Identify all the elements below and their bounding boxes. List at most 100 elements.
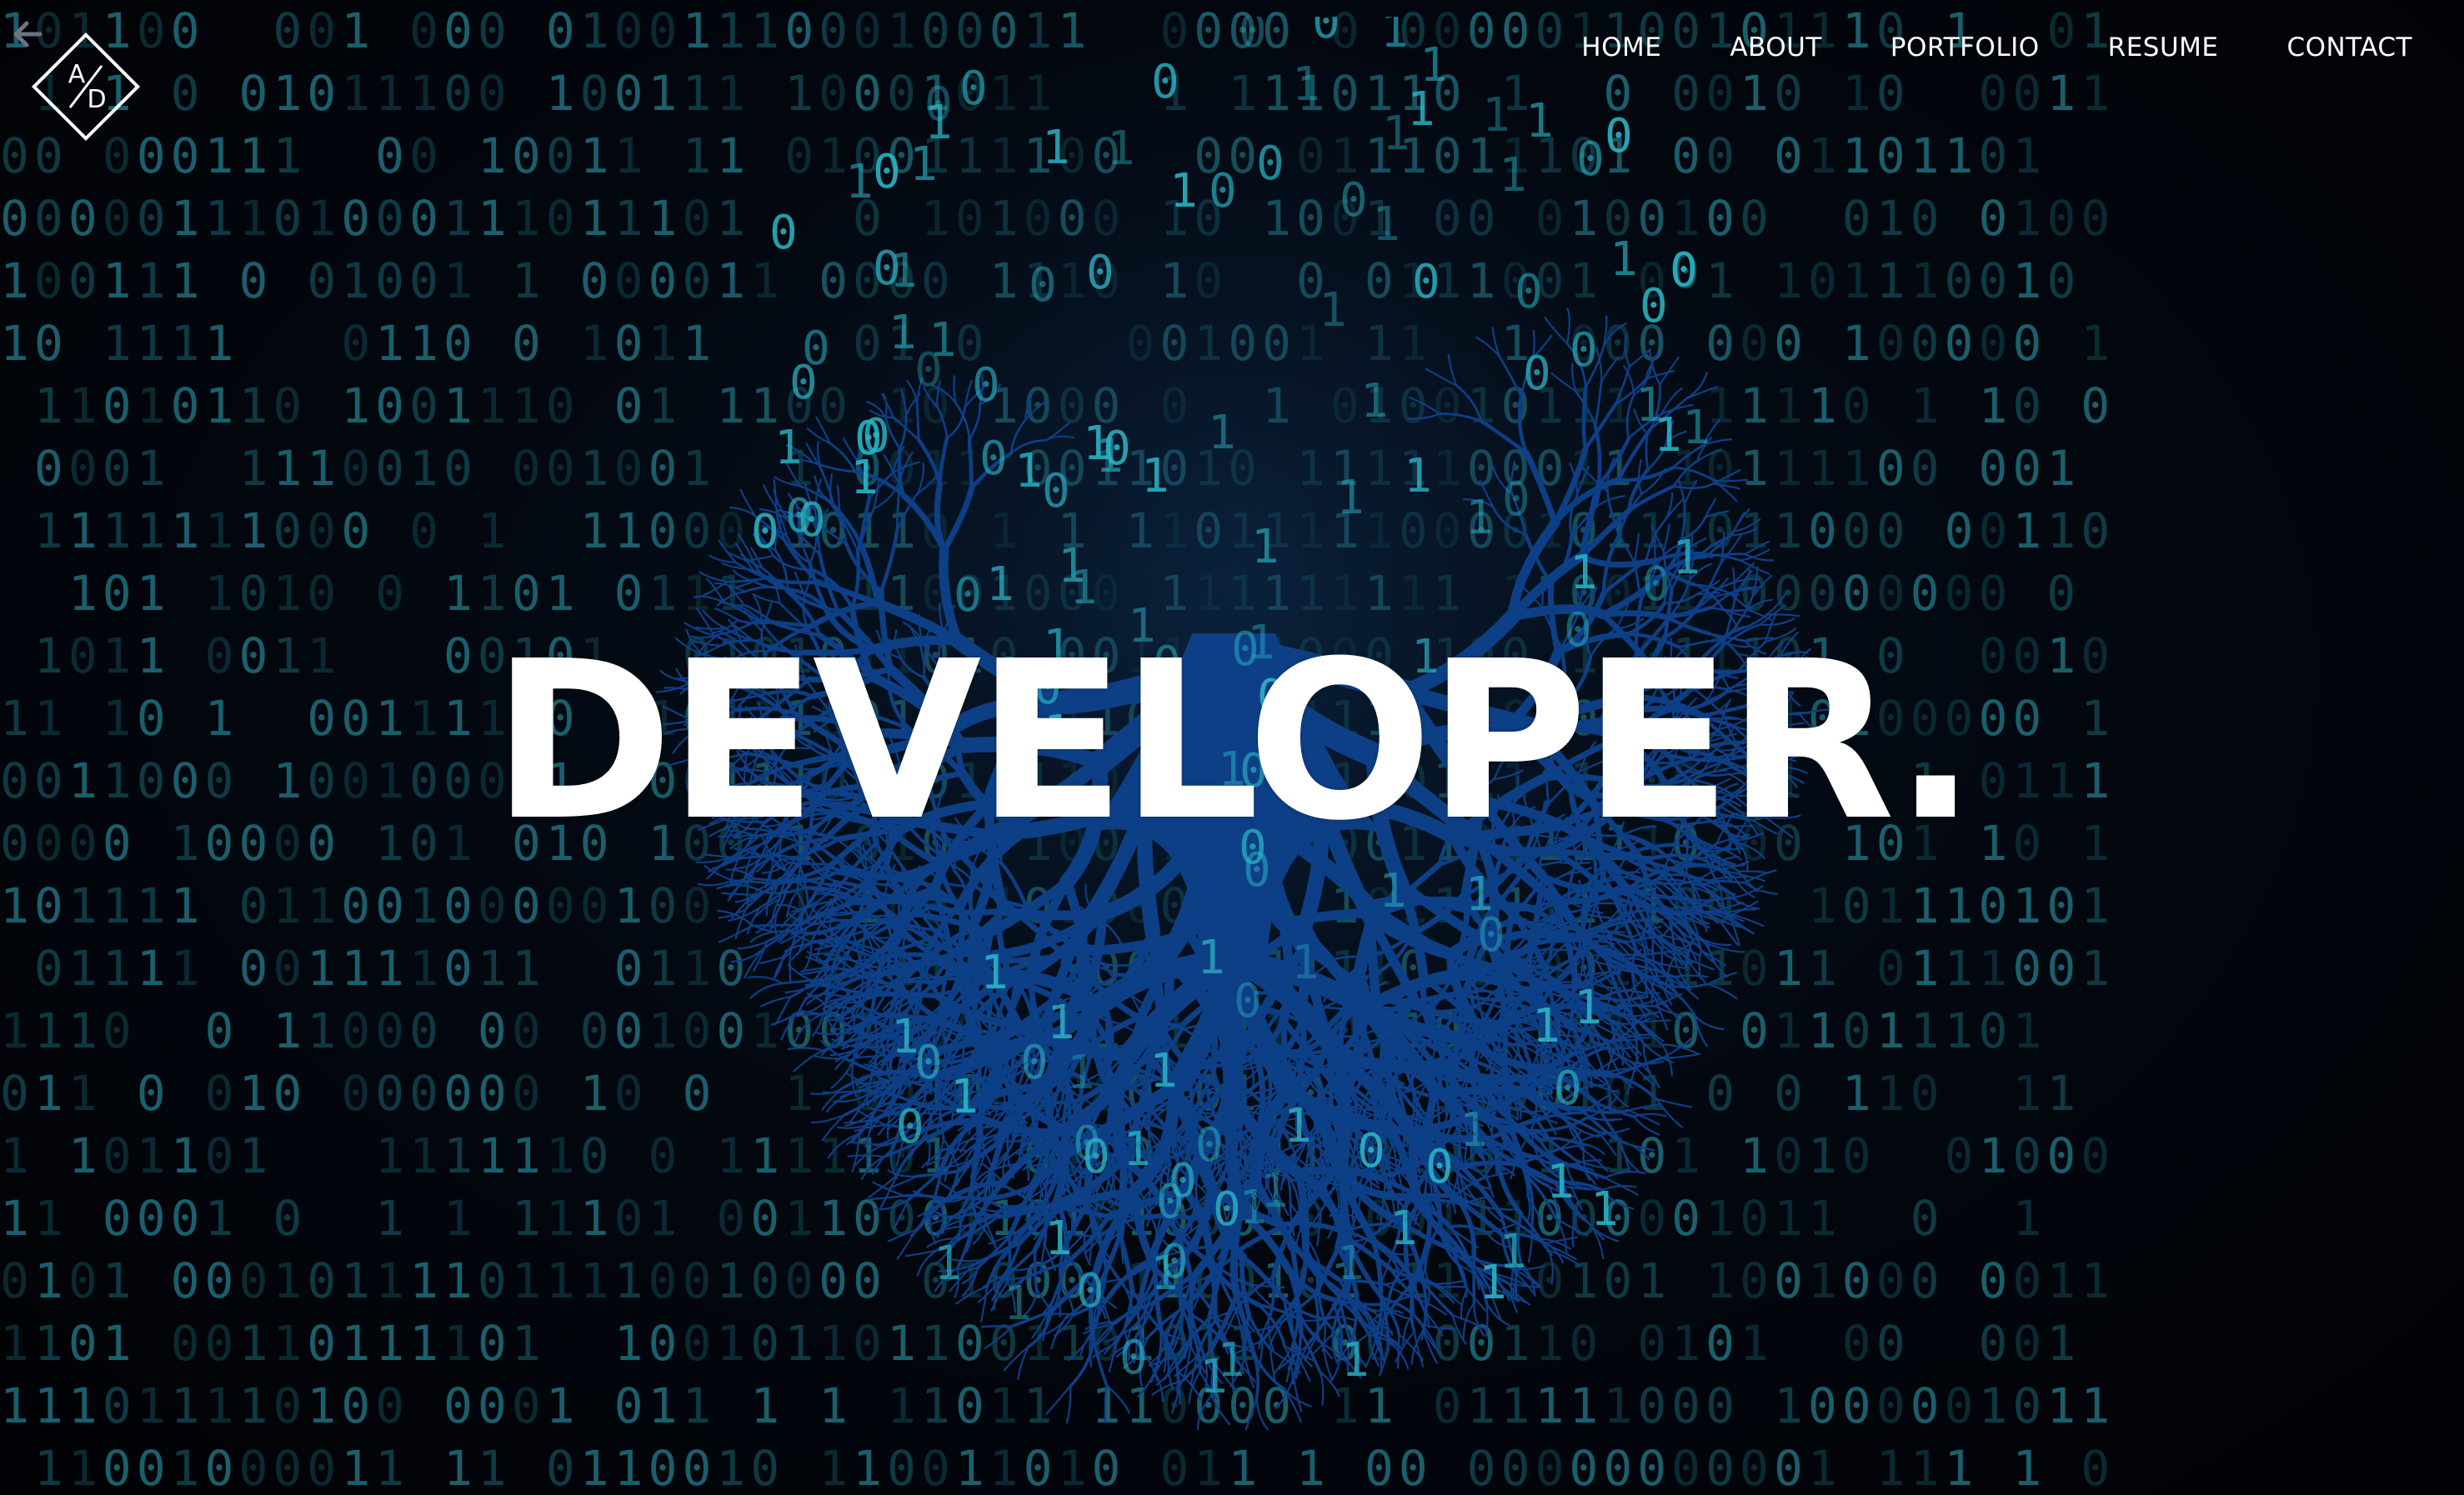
tree-binary-digit: 0 (1042, 464, 1070, 518)
tree-binary-digit: 0 (1640, 279, 1668, 333)
tree-root (865, 992, 941, 999)
tree-binary-digit: 0 (979, 432, 1008, 486)
tree-binary-digit: 0 (1357, 1124, 1385, 1178)
tree-binary-digit: 1 (929, 313, 957, 368)
tree-binary-digit: 1 (1404, 449, 1432, 503)
tree-binary-digit: 1 (1336, 471, 1365, 525)
tree-binary-digit: 1 (1372, 198, 1400, 252)
tree-root (1104, 1384, 1108, 1423)
tree-binary-digit: 1 (1465, 491, 1494, 545)
tree-binary-digit: 1 (845, 155, 874, 209)
tree-branch (1713, 478, 1749, 482)
tree-binary-digit: 0 (1234, 974, 1262, 1028)
tree-root (983, 1187, 988, 1225)
tree-binary-digit: 1 (950, 1070, 979, 1124)
tree-root (1319, 1370, 1325, 1406)
tree-binary-digit: 1 (1044, 1212, 1073, 1266)
tree-root (1283, 1388, 1302, 1423)
tree-binary-digit: 1 (1407, 82, 1435, 137)
tree-binary-digit: 1 (1360, 374, 1389, 428)
tree-root (1065, 1385, 1072, 1424)
tree-binary-digit: 0 (1156, 1175, 1184, 1229)
tree-binary-digit: 1 (1479, 1256, 1507, 1310)
main-navigation: HOME ABOUT PORTFOLIO RESUME CONTACT (1581, 28, 2412, 67)
tree-binary-digit: 1 (1150, 1247, 1179, 1301)
tree-binary-digit: 1 (1610, 232, 1638, 287)
tree-binary-digit: 0 (1119, 1331, 1148, 1385)
tree-binary-digit: 1 (1460, 1103, 1488, 1158)
tree-binary-digit: 0 (1239, 17, 1267, 58)
nav-portfolio-link[interactable]: PORTFOLIO (1891, 28, 2040, 67)
tree-binary-digit: 1 (1532, 999, 1560, 1053)
tree-root (1045, 1385, 1072, 1415)
tree-root (1033, 1248, 1039, 1292)
tree-root (1003, 1346, 1029, 1372)
tree-binary-digit: 1 (1239, 1181, 1267, 1235)
tree-binary-digit: 1 (1379, 864, 1407, 918)
tree-binary-digit: 1 (934, 1237, 962, 1291)
tree-root (1177, 1371, 1181, 1405)
nav-about-link[interactable]: ABOUT (1730, 28, 1821, 67)
tree-binary-digit: 0 (1515, 265, 1543, 319)
tree-binary-digit: 0 (1213, 1182, 1241, 1237)
tree-binary-digit: 0 (1642, 558, 1670, 612)
tree-binary-digit: 1 (1014, 444, 1043, 498)
tree-root (1269, 1348, 1276, 1382)
tree-binary-digit: 1 (1672, 531, 1700, 585)
tree-binary-digit: 0 (1412, 255, 1440, 309)
tree-branch (1581, 385, 1588, 451)
tree-root (1431, 1085, 1525, 1096)
tree-binary-digit: 1 (1590, 1182, 1619, 1237)
tree-binary-digit: 1 (1499, 148, 1527, 202)
diamond-logo-icon: A D (31, 32, 141, 142)
tree-binary-digit: 0 (1477, 908, 1505, 962)
nav-resume-link[interactable]: RESUME (2108, 28, 2219, 67)
tree-binary-digit: 1 (1067, 1046, 1095, 1100)
tree-binary-digit: 0 (1312, 17, 1340, 49)
tree-binary-digit: 1 (1292, 58, 1320, 112)
nav-home-link[interactable]: HOME (1581, 28, 1661, 67)
tree-root (1275, 1376, 1295, 1409)
tree-binary-digit: 1 (1525, 94, 1554, 148)
tree-binary-digit: 0 (1073, 1117, 1101, 1171)
tree-branch (1296, 1068, 1336, 1071)
tree-branch (967, 438, 974, 490)
tree-binary-digit: 1 (1284, 1099, 1312, 1153)
tree-binary-digit: 1 (1197, 931, 1225, 985)
tree-binary-digit: 1 (924, 96, 953, 150)
tree-binary-digit: 1 (1341, 1333, 1370, 1388)
tree-binary-digit: 1 (1574, 981, 1602, 1035)
tree-binary-digit: 1 (1382, 107, 1410, 161)
site-logo[interactable]: A D (27, 28, 145, 146)
tree-binary-digit: 1 (1208, 406, 1236, 460)
tree-binary-digit: 0 (1502, 472, 1530, 527)
tree-binary-digit: 1 (1217, 1333, 1245, 1388)
tree-binary-digit: 1 (1107, 122, 1135, 176)
tree-root (1550, 909, 1554, 942)
tree-binary-digit: 1 (980, 946, 1009, 1000)
tree-binary-digit: 0 (1670, 243, 1698, 298)
tree-binary-digit: 0 (1151, 55, 1179, 109)
tree-branch (750, 923, 802, 928)
tree-binary-digit: 1 (1004, 1277, 1032, 1331)
tree-binary-digit: 0 (1425, 1140, 1454, 1194)
tree-binary-digit: 0 (1523, 347, 1551, 401)
tree-binary-digit: 0 (1103, 422, 1131, 476)
tree-binary-digit: 1 (1319, 283, 1347, 338)
tree-binary-digit: 1 (1251, 520, 1280, 574)
tree-binary-digit: 1 (1336, 1237, 1365, 1291)
tree-binary-digit: 0 (1570, 323, 1598, 378)
tree-binary-digit: 1 (986, 558, 1014, 612)
tree-binary-digit: 0 (751, 505, 779, 559)
tree-binary-digit: 0 (1340, 173, 1368, 228)
logo-letter-top: A (68, 60, 86, 89)
tree-binary-digit: 0 (873, 145, 901, 199)
tree-binary-digit: 0 (1029, 258, 1057, 312)
nav-contact-link[interactable]: CONTACT (2286, 28, 2412, 67)
tree-root (1245, 1398, 1258, 1431)
tree-root (1451, 1314, 1486, 1330)
tree-binary-digit: 1 (1380, 17, 1409, 58)
tree-binary-digit: 1 (1047, 996, 1075, 1050)
tree-binary-digit: 0 (1020, 1036, 1049, 1090)
tree-binary-digit: 0 (802, 322, 830, 376)
